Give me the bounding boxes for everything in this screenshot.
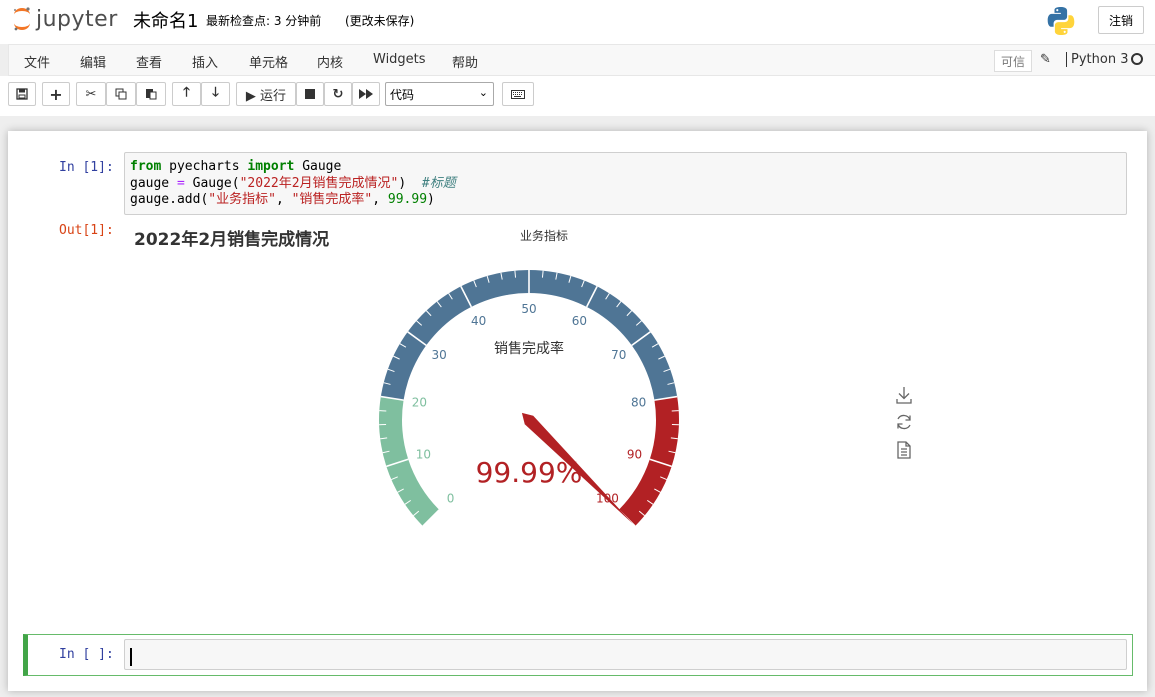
stop-icon [305,89,315,99]
logout-button[interactable]: 注销 [1098,6,1144,34]
python-logo-icon [1047,7,1075,35]
gauge-tick-label: 70 [611,348,626,362]
cell2-input-prompt: In [ ]: [59,647,114,662]
restart-button[interactable]: ↻ [324,82,352,106]
menu-file[interactable]: 文件 [24,52,50,71]
menubar: 文件 编辑 查看 插入 单元格 内核 Widgets 帮助 可信 ✎ Pytho… [8,44,1155,76]
gauge-chart: 0102030405060708090100销售完成率99.99% [379,269,679,527]
cut-icon: ✂ [85,86,97,102]
chevron-down-icon: ⌄ [478,86,488,99]
save-button[interactable] [8,82,36,106]
plus-icon: + [49,84,63,104]
toolbar: + ✂ 🡑 🡓 ▶ 运行 ↻ 代码 ⌄ [0,76,1155,116]
paste-button[interactable] [136,82,166,106]
jupyter-logo-icon [13,7,30,31]
download-icon[interactable] [894,385,914,405]
edit-mode-pencil-icon: ✎ [1040,52,1051,67]
menu-help[interactable]: 帮助 [452,52,478,71]
gauge-tick-label: 0 [447,491,455,505]
gauge-tick-label: 60 [572,314,587,328]
menu-insert[interactable]: 插入 [192,52,218,71]
autosave-status: (更改未保存) [345,14,415,28]
arrow-down-icon: 🡓 [212,85,219,100]
gauge-tick-label: 50 [521,302,536,316]
gauge-minor-tick [541,270,544,278]
header: jupyter 未命名1 最新检查点: 3 分钟前 (更改未保存) 注销 [0,0,1155,44]
jupyter-logo[interactable]: jupyter [12,6,118,32]
menu-kernel[interactable]: 内核 [317,52,343,71]
cell-type-select[interactable]: 代码 ⌄ [385,82,494,106]
stop-button[interactable] [296,82,324,106]
move-down-button[interactable]: 🡓 [201,82,230,106]
gauge-label: 销售完成率 [494,340,564,357]
keyboard-icon [511,89,525,99]
notebook-container: In [1]: from pyecharts import Gauge gaug… [8,131,1147,691]
gauge-tick-label: 20 [412,396,427,410]
menu-cell[interactable]: 单元格 [249,52,288,71]
refresh-icon[interactable] [894,412,914,432]
paste-icon [146,89,157,100]
gauge-tick-label: 10 [416,447,431,461]
move-up-button[interactable]: 🡑 [172,82,201,106]
trusted-indicator[interactable]: 可信 [994,50,1033,72]
gauge-tick-label: 40 [471,314,486,328]
menu-edit[interactable]: 编辑 [80,52,106,71]
cell2[interactable]: In [ ]: [23,634,1133,676]
logo-text: jupyter [36,6,118,32]
fast-forward-icon [359,89,373,99]
arrow-up-icon: 🡑 [183,85,190,100]
kernel-idle-indicator-icon [1131,53,1143,65]
menu-view[interactable]: 查看 [136,52,162,71]
gauge-minor-tick [514,270,517,278]
text-cursor [130,648,132,666]
run-button[interactable]: ▶ 运行 [236,82,296,106]
save-icon [16,88,28,100]
cell-type-value: 代码 [390,87,415,102]
copy-button[interactable] [106,82,136,106]
copy-icon [115,88,127,100]
menu-widgets[interactable]: Widgets [373,52,426,67]
cell2-code-editor[interactable] [124,639,1127,670]
gauge-tick-label: 80 [631,396,646,410]
add-cell-button[interactable]: + [42,82,70,106]
notebook-name[interactable]: 未命名1 [133,7,198,33]
gauge-tick-label: 90 [627,447,642,461]
kernel-name: Python 3 [1066,52,1128,67]
cut-button[interactable]: ✂ [76,82,106,106]
command-palette-button[interactable] [502,82,534,106]
restart-icon: ↻ [332,86,344,102]
data-view-icon[interactable] [894,440,914,460]
gauge-tick-label: 30 [432,348,447,362]
checkpoint-status: 最新检查点: 3 分钟前 [206,14,322,28]
restart-run-all-button[interactable] [352,82,380,106]
